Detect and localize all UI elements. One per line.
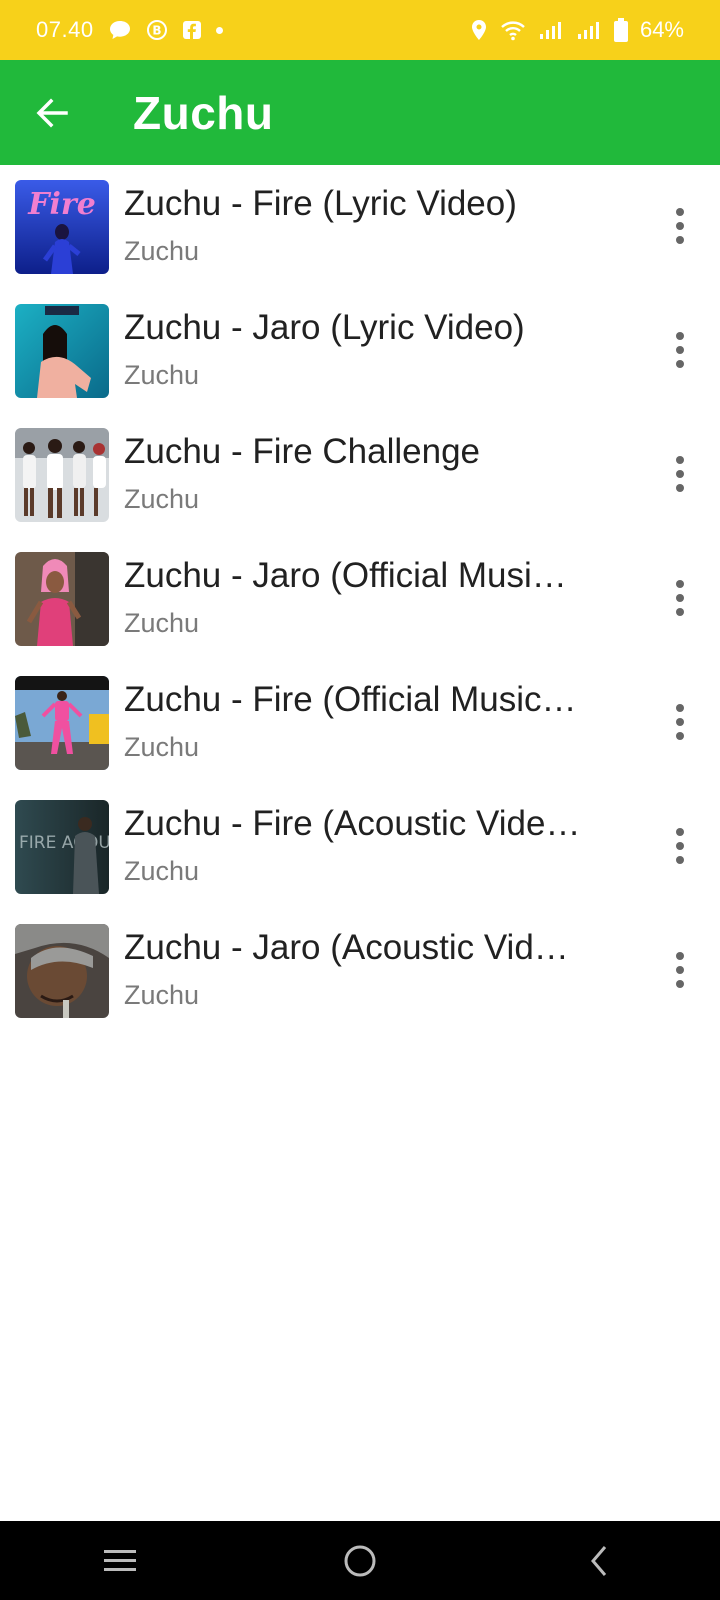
video-title: Zuchu - Jaro (Lyric Video) <box>124 308 525 347</box>
back-chevron-icon <box>591 1545 607 1576</box>
video-thumbnail <box>15 924 109 1018</box>
recent-apps-button[interactable] <box>80 1531 160 1591</box>
video-channel: Zuchu <box>124 236 200 266</box>
b-badge-icon: B <box>146 19 168 41</box>
more-options-button[interactable] <box>660 198 700 254</box>
video-thumbnail: FIRE ACOUSTIC <box>15 800 109 894</box>
system-nav-bar <box>0 1521 720 1600</box>
video-channel: Zuchu <box>124 856 200 886</box>
arrow-left-icon <box>36 98 68 127</box>
video-thumbnail <box>15 676 109 770</box>
more-vert-icon <box>676 332 684 340</box>
thumbnail-logo-text: Fire <box>27 187 96 222</box>
video-list-item[interactable]: Zuchu - Fire (Official Music… Zuchu <box>0 668 720 792</box>
more-options-button[interactable] <box>660 322 700 378</box>
video-title: Zuchu - Fire (Acoustic Vide… <box>124 804 581 843</box>
more-vert-icon <box>676 580 684 588</box>
video-list-item[interactable]: Zuchu - Fire Challenge Zuchu <box>0 420 720 544</box>
video-title: Zuchu - Fire (Lyric Video) <box>124 184 517 223</box>
more-options-button[interactable] <box>660 942 700 998</box>
more-vert-icon <box>676 828 684 836</box>
video-title: Zuchu - Fire Challenge <box>124 432 480 471</box>
svg-text:B: B <box>152 24 161 38</box>
more-vert-icon <box>676 704 684 712</box>
home-circle-icon <box>344 1545 376 1576</box>
video-title: Zuchu - Fire (Official Music… <box>124 680 577 719</box>
more-vert-icon <box>676 208 684 216</box>
chat-bubble-icon <box>108 19 132 41</box>
video-thumbnail <box>15 428 109 522</box>
more-options-button[interactable] <box>660 446 700 502</box>
video-list: Fire Zuchu - Fire (Lyric Video) Zuchu Zu… <box>0 172 720 1040</box>
signal-icon <box>576 19 602 41</box>
more-options-button[interactable] <box>660 570 700 626</box>
battery-icon <box>613 18 628 42</box>
more-vert-icon <box>676 456 684 464</box>
more-options-button[interactable] <box>660 694 700 750</box>
more-vert-icon <box>676 952 684 960</box>
dot-icon <box>215 26 223 34</box>
video-channel: Zuchu <box>124 980 200 1010</box>
signal-icon <box>538 19 564 41</box>
page-title: Zuchu <box>133 86 274 139</box>
video-channel: Zuchu <box>124 608 200 638</box>
video-channel: Zuchu <box>124 732 200 762</box>
video-channel: Zuchu <box>124 360 200 390</box>
video-list-item[interactable]: Fire Zuchu - Fire (Lyric Video) Zuchu <box>0 172 720 296</box>
video-list-item[interactable]: Zuchu - Jaro (Lyric Video) Zuchu <box>0 296 720 420</box>
video-channel: Zuchu <box>124 484 200 514</box>
system-back-button[interactable] <box>560 1531 640 1591</box>
video-title: Zuchu - Jaro (Official Musi… <box>124 556 567 595</box>
more-options-button[interactable] <box>660 818 700 874</box>
menu-icon <box>104 1549 136 1571</box>
back-button[interactable] <box>26 87 78 139</box>
status-bar: 07.40 B 64% <box>0 0 720 60</box>
status-time: 07.40 <box>36 17 94 42</box>
facebook-icon <box>182 20 202 40</box>
video-title: Zuchu - Jaro (Acoustic Vid… <box>124 928 569 967</box>
video-list-item[interactable]: FIRE ACOUSTIC Zuchu - Fire (Acoustic Vid… <box>0 792 720 916</box>
home-button[interactable] <box>320 1531 400 1591</box>
video-list-item[interactable]: Zuchu - Jaro (Official Musi… Zuchu <box>0 544 720 668</box>
video-thumbnail <box>15 304 109 398</box>
location-icon <box>470 19 488 41</box>
app-bar: Zuchu <box>0 60 720 165</box>
video-thumbnail <box>15 552 109 646</box>
wifi-icon <box>500 19 526 41</box>
video-list-item[interactable]: Zuchu - Jaro (Acoustic Vid… Zuchu <box>0 916 720 1040</box>
video-thumbnail: Fire <box>15 180 109 274</box>
battery-percent: 64% <box>639 17 684 42</box>
